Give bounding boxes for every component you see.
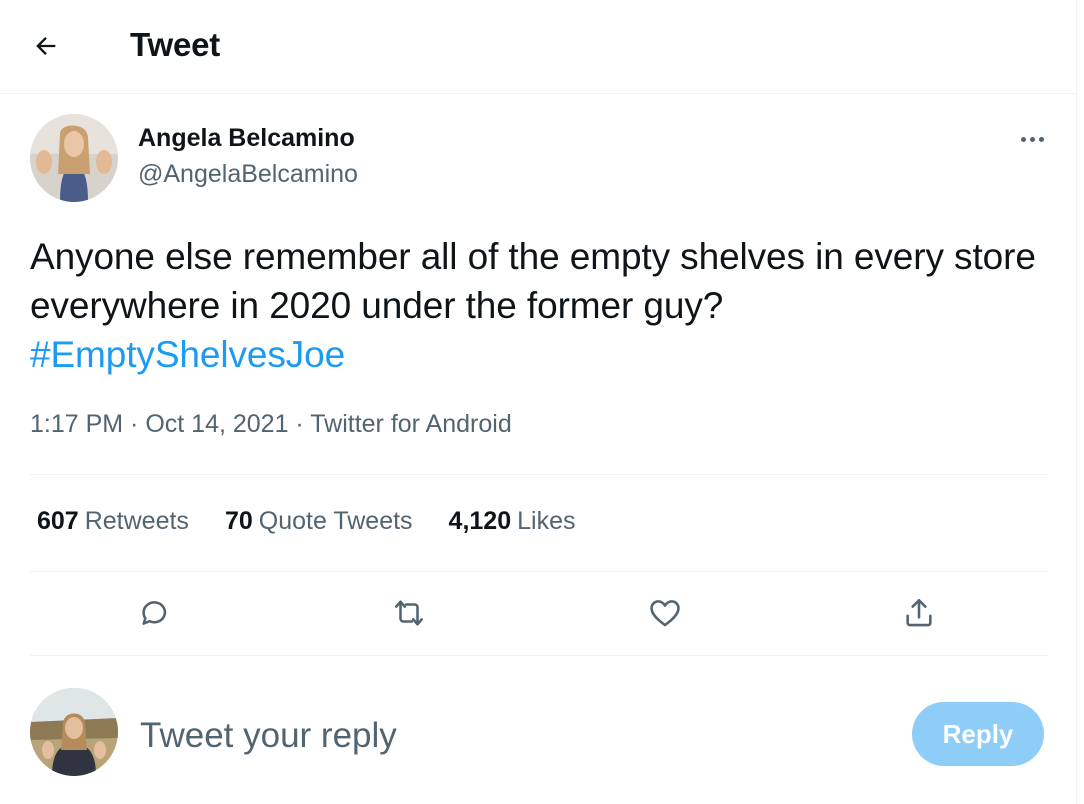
author-name[interactable]: Angela Belcamino xyxy=(138,124,355,153)
current-user-avatar-image xyxy=(30,688,118,776)
author-avatar[interactable] xyxy=(30,114,118,202)
reply-submit-button[interactable]: Reply xyxy=(912,702,1044,766)
arrow-left-icon xyxy=(36,37,56,55)
divider xyxy=(30,655,1048,656)
tweet-date[interactable]: Oct 14, 2021 xyxy=(145,410,288,438)
hashtag-link[interactable]: #EmptyShelvesJoe xyxy=(30,330,1060,379)
tweet-text: Anyone else remember all of the empty sh… xyxy=(30,232,1060,379)
likes-count: 4,120 xyxy=(448,507,512,535)
back-button[interactable] xyxy=(22,24,70,68)
tweet-stats: 607 Retweets 70 Quote Tweets 4,120 Likes xyxy=(37,507,575,536)
likes-stat[interactable]: 4,120 Likes xyxy=(449,507,576,536)
more-dot xyxy=(1038,136,1044,142)
meta-separator: · xyxy=(123,410,146,438)
author-avatar-image xyxy=(30,114,118,202)
reply-input[interactable] xyxy=(140,706,860,766)
tweet-source[interactable]: Twitter for Android xyxy=(310,410,511,438)
quote-tweets-stat[interactable]: 70 Quote Tweets xyxy=(225,507,413,536)
retweets-count: 607 xyxy=(37,507,79,535)
retweet-icon xyxy=(394,600,424,626)
top-bar: Tweet xyxy=(0,0,1076,94)
tweet-body: Anyone else remember all of the empty sh… xyxy=(30,236,1036,326)
more-dots-icon xyxy=(1020,136,1026,142)
share-button[interactable] xyxy=(894,590,944,636)
retweet-button[interactable] xyxy=(384,590,434,636)
retweets-label: Retweets xyxy=(84,507,189,535)
tweet-time[interactable]: 1:17 PM xyxy=(30,410,123,438)
share-icon xyxy=(906,598,932,627)
page-title: Tweet xyxy=(130,26,221,63)
more-dot xyxy=(1029,136,1035,142)
quotes-count: 70 xyxy=(224,507,253,535)
divider xyxy=(30,474,1048,475)
tweet-meta: 1:17 PM · Oct 14, 2021 · Twitter for And… xyxy=(30,410,512,439)
reply-button[interactable] xyxy=(130,590,180,636)
like-icon xyxy=(650,600,680,627)
more-options-button[interactable] xyxy=(1010,124,1054,154)
likes-label: Likes xyxy=(517,507,576,535)
meta-separator: · xyxy=(288,410,311,438)
retweets-stat[interactable]: 607 Retweets xyxy=(37,507,189,536)
reply-icon xyxy=(142,601,167,625)
current-user-avatar[interactable] xyxy=(30,688,118,776)
quotes-label: Quote Tweets xyxy=(258,507,413,535)
column-border xyxy=(1076,0,1077,804)
divider xyxy=(30,571,1048,572)
like-button[interactable] xyxy=(640,590,690,636)
author-handle[interactable]: @AngelaBelcamino xyxy=(138,160,358,189)
